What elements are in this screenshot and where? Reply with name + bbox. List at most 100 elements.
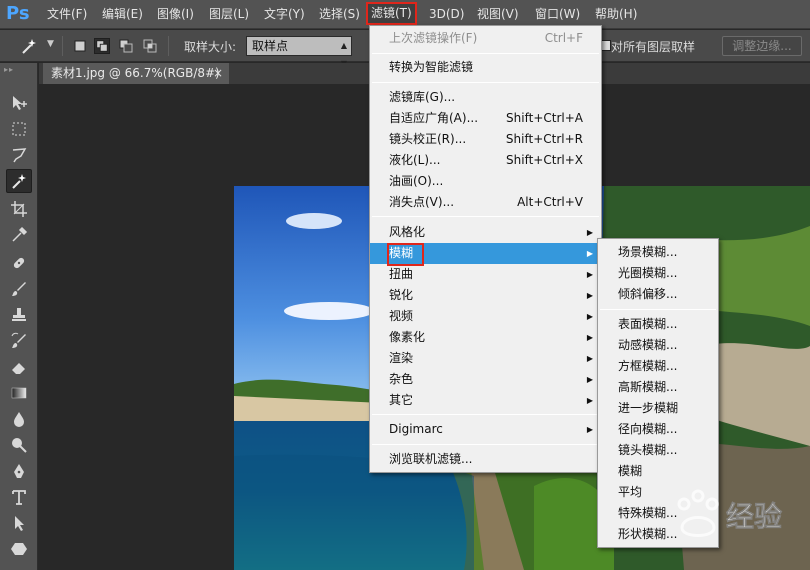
menu-item-shortcut: Shift+Ctrl+R [505,132,583,146]
intersect-selection-icon[interactable] [142,38,158,54]
menu-item-label: 视频 [389,309,414,323]
photoshop-logo: Ps [6,3,30,24]
menu-type[interactable]: 文字(Y) [264,5,305,24]
menu-layer[interactable]: 图层(L) [209,5,249,24]
path-selection-tool-icon[interactable] [6,511,32,535]
menu-item-render[interactable]: 渲染 ▶ [370,348,601,369]
menu-edit[interactable]: 编辑(E) [102,5,143,24]
menu-item-label: 锐化 [389,288,414,302]
blur-tool-icon[interactable] [6,407,32,431]
filter-menu: 上次滤镜操作(F) Ctrl+F 转换为智能滤镜 滤镜库(G)... 自适应广角… [369,25,602,473]
menu-item-distort[interactable]: 扭曲 ▶ [370,264,601,285]
menu-item-blur[interactable]: 模糊 ▶ [370,243,601,266]
menu-window[interactable]: 窗口(W) [535,5,580,24]
menu-item-label: 镜头校正(R)... [389,132,467,146]
menu-item-label: 自适应广角(A)... [389,111,479,125]
add-to-selection-icon[interactable] [94,38,110,54]
tools-panel: ▸▸ [0,63,38,570]
tool-preset-caret-icon[interactable]: ▼ [47,39,54,49]
menu-view[interactable]: 视图(V) [477,5,519,24]
menu-item-oil-paint[interactable]: 油画(O)... [370,171,601,192]
eraser-tool-icon[interactable] [6,355,32,379]
healing-brush-tool-icon[interactable] [6,251,32,275]
menu-item-label: 其它 [389,393,414,407]
submenu-arrow-icon: ▶ [586,375,593,384]
menu-separator [372,216,599,217]
menu-file[interactable]: 文件(F) [47,5,87,24]
menu-item-video[interactable]: 视频 ▶ [370,306,601,327]
pen-tool-icon[interactable] [6,459,32,483]
menu-item-adaptive-wide-angle[interactable]: 自适应广角(A)... Shift+Ctrl+A [370,108,601,129]
menu-item-convert-smart-filter[interactable]: 转换为智能滤镜 [370,57,601,78]
submenu-item-motion-blur[interactable]: 动感模糊... [598,335,718,356]
panel-collapse-icon[interactable]: ▸▸ [4,65,14,74]
submenu-item-blur-more[interactable]: 进一步模糊 [598,398,718,419]
gradient-tool-icon[interactable] [6,381,32,405]
magic-wand-icon[interactable] [20,37,38,55]
submenu-item-iris-blur[interactable]: 光圈模糊... [598,263,718,284]
submenu-item-field-blur[interactable]: 场景模糊... [598,242,718,263]
menu-item-label: Digimarc [389,422,443,436]
menu-item-sharpen[interactable]: 锐化 ▶ [370,285,601,306]
submenu-arrow-icon: ▶ [586,354,593,363]
eyedropper-tool-icon[interactable] [6,223,32,247]
menu-item-label: 上次滤镜操作(F) [389,31,478,45]
crop-tool-icon[interactable] [6,197,32,221]
menu-image[interactable]: 图像(I) [157,5,194,24]
sample-size-label: 取样大小: [184,40,237,54]
menu-item-last-filter[interactable]: 上次滤镜操作(F) Ctrl+F [370,28,601,49]
submenu-item-tilt-shift[interactable]: 倾斜偏移... [598,284,718,305]
divider [62,36,63,56]
lasso-tool-icon[interactable] [6,143,32,167]
type-tool-icon[interactable] [6,485,32,509]
menu-item-liquify[interactable]: 液化(L)... Shift+Ctrl+X [370,150,601,171]
shape-tool-icon[interactable] [6,537,32,561]
history-brush-tool-icon[interactable] [6,329,32,353]
menu-item-stylize[interactable]: 风格化 ▶ [370,222,601,243]
menu-item-vanishing-point[interactable]: 消失点(V)... Alt+Ctrl+V [370,192,601,213]
marquee-tool-icon[interactable] [6,117,32,141]
menu-item-shortcut: Shift+Ctrl+X [506,153,583,167]
menu-item-pixelate[interactable]: 像素化 ▶ [370,327,601,348]
submenu-item-gaussian-blur[interactable]: 高斯模糊... [598,377,718,398]
menu-item-label: 滤镜库(G)... [389,90,456,104]
menu-item-label: 液化(L)... [389,153,441,167]
refine-edge-button[interactable]: 调整边缘... [722,36,802,56]
new-selection-icon[interactable] [72,38,88,54]
close-icon[interactable]: × [213,63,223,84]
move-tool-icon[interactable] [6,91,32,115]
baidu-paw-icon [677,489,719,537]
divider [168,36,169,56]
brush-tool-icon[interactable] [6,277,32,301]
menu-item-shortcut: Ctrl+F [544,31,583,45]
menu-item-other[interactable]: 其它 ▶ [370,390,601,411]
dodge-tool-icon[interactable] [6,433,32,457]
menu-item-shortcut: Shift+Ctrl+A [506,111,583,125]
clone-stamp-tool-icon[interactable] [6,303,32,327]
submenu-item-radial-blur[interactable]: 径向模糊... [598,419,718,440]
menu-item-digimarc[interactable]: Digimarc ▶ [370,419,601,440]
menu-help[interactable]: 帮助(H) [595,5,637,24]
menu-select[interactable]: 选择(S) [319,5,360,24]
menu-item-filter-gallery[interactable]: 滤镜库(G)... [370,87,601,108]
menu-item-label: 扭曲 [389,267,414,281]
submenu-arrow-icon: ▶ [586,270,593,279]
menu-item-lens-correction[interactable]: 镜头校正(R)... Shift+Ctrl+R [370,129,601,150]
sample-size-select[interactable]: 取样点 ▲▼ [246,36,352,68]
submenu-item-blur[interactable]: 模糊 [598,461,718,482]
submenu-item-surface-blur[interactable]: 表面模糊... [598,314,718,335]
submenu-item-lens-blur[interactable]: 镜头模糊... [598,440,718,461]
document-tab[interactable]: 素材1.jpg @ 66.7%(RGB/8#) × [43,63,229,84]
menu-item-browse-filters-online[interactable]: 浏览联机滤镜... [370,449,601,470]
menu-separator [372,53,599,54]
menu-filter[interactable]: 滤镜(T) [366,2,417,25]
menu-3d[interactable]: 3D(D) [429,5,464,24]
subtract-from-selection-icon[interactable] [118,38,134,54]
submenu-arrow-icon: ▶ [586,249,593,258]
menu-item-label: 消失点(V)... [389,195,455,209]
submenu-arrow-icon: ▶ [586,333,593,342]
magic-wand-tool-icon[interactable] [6,169,32,193]
menu-item-noise[interactable]: 杂色 ▶ [370,369,601,390]
sample-all-layers-label: 对所有图层取样 [611,40,696,54]
submenu-item-box-blur[interactable]: 方框模糊... [598,356,718,377]
